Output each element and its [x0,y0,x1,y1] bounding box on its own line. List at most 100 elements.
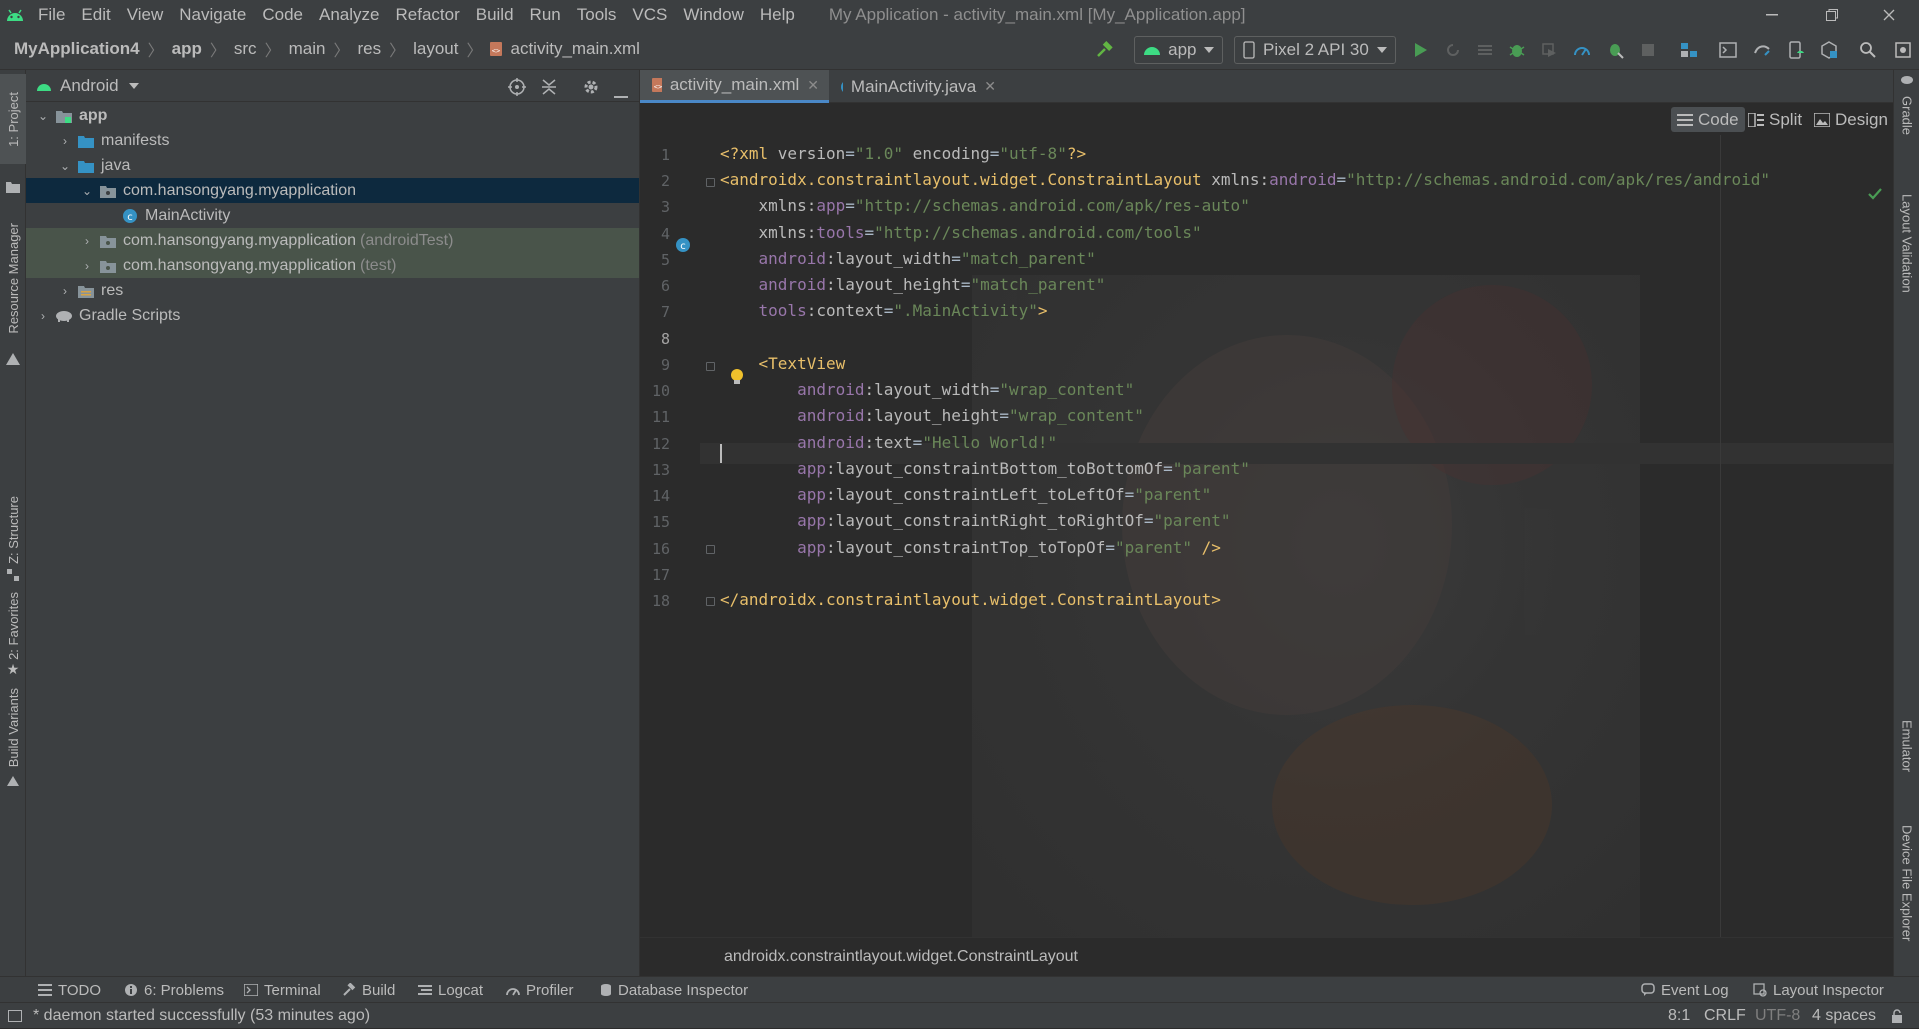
tab-project[interactable]: 1: Project [0,74,26,164]
stop-icon[interactable] [1638,40,1658,60]
terminal-preview-icon[interactable] [1718,40,1738,60]
breadcrumb-res[interactable]: res [355,39,383,59]
tree-item-gradle-scripts[interactable]: › Gradle Scripts [26,303,639,328]
menu-analyze[interactable]: Analyze [311,0,387,29]
tree-label: com.hansongyang.myapplication [123,256,357,274]
locate-icon[interactable] [508,78,526,101]
device-select[interactable]: Pixel 2 API 30 [1234,36,1396,64]
breadcrumb-main[interactable]: main [287,39,328,59]
search-icon[interactable] [1858,40,1878,60]
line-number: 1 [660,146,670,164]
line-number: 9 [660,356,670,374]
breadcrumb-src[interactable]: src [232,39,259,59]
debug-icon[interactable] [1507,40,1527,60]
menu-vcs[interactable]: VCS [624,0,675,29]
code-editor[interactable]: 1 2 3 4 5 6 7 8 9 10 11 12 13 14 15 16 1… [640,135,1893,937]
tree-item-java[interactable]: ⌄ java [26,153,639,178]
tab-activity-main-xml[interactable]: <> activity_main.xml ✕ [640,70,829,103]
status-caret-position[interactable]: 8:1 [1668,1003,1690,1029]
tab-layout-validation[interactable]: Layout Validation [1894,168,1919,318]
status-indent[interactable]: 4 spaces [1812,1003,1876,1029]
menu-tools[interactable]: Tools [569,0,625,29]
editor-breadcrumb-label[interactable]: androidx.constraintlayout.widget.Constra… [724,948,1078,966]
tab-device-file-explorer[interactable]: Device File Explorer [1894,808,1919,958]
chevron-down-icon: ⌄ [37,108,49,123]
tree-item-app[interactable]: ⌄ app [26,103,639,128]
tree-item-mainactivity[interactable]: c MainActivity [26,203,639,228]
assistant-icon[interactable] [1893,40,1913,60]
gear-icon[interactable] [582,78,600,101]
tool-terminal[interactable]: Terminal [244,977,321,1003]
fold-marker-icon[interactable] [706,178,715,187]
apply-code-changes-icon[interactable] [1475,40,1495,60]
breadcrumb-app[interactable]: app [170,39,204,59]
tree-item-package-androidtest[interactable]: › com.hansongyang.myapplication (android… [26,228,639,253]
breadcrumb-layout[interactable]: layout [411,39,460,59]
menu-build[interactable]: Build [468,0,522,29]
mode-split-button[interactable]: Split [1742,107,1808,132]
avd-manager-icon[interactable] [1786,40,1806,60]
fold-marker-icon[interactable] [706,362,715,371]
attach-debugger-icon[interactable] [1605,40,1625,60]
menu-edit[interactable]: Edit [73,0,118,29]
status-line-separator[interactable]: CRLF [1704,1003,1746,1029]
tool-logcat[interactable]: Logcat [418,977,483,1003]
sdk-manager-icon[interactable] [1819,40,1839,60]
menu-run[interactable]: Run [522,0,569,29]
tab-resource-manager[interactable]: Resource Manager [0,208,26,348]
breadcrumb-file[interactable]: activity_main.xml [508,39,641,59]
menu-view[interactable]: View [119,0,172,29]
menu-file[interactable]: File [30,0,73,29]
mode-code-button[interactable]: Code [1671,107,1745,132]
tool-profiler[interactable]: Profiler [506,977,574,1003]
tab-mainactivity-java[interactable]: c MainActivity.java ✕ [830,70,1006,103]
tab-favorites[interactable]: 2: Favorites [0,592,26,660]
tree-item-package-main[interactable]: ⌄ com.hansongyang.myapplication [26,178,639,203]
tool-build[interactable]: Build [342,977,395,1003]
tree-item-res[interactable]: › res [26,278,639,303]
menu-help[interactable]: Help [752,0,803,29]
close-tab-icon[interactable]: ✕ [807,77,819,94]
tree-item-manifests[interactable]: › manifests [26,128,639,153]
menu-navigate[interactable]: Navigate [171,0,254,29]
tool-problems[interactable]: 6: Problems [124,977,224,1003]
tool-todo[interactable]: TODO [38,977,101,1003]
tool-database-inspector[interactable]: Database Inspector [600,977,748,1003]
run-configuration-select[interactable]: app [1134,36,1223,64]
apply-changes-restart-icon[interactable] [1443,40,1463,60]
tab-build-variants[interactable]: Build Variants [0,688,26,768]
tool-event-log[interactable]: Event Log [1641,977,1729,1003]
minimize-panel-icon[interactable] [614,85,628,103]
run-icon[interactable] [1410,40,1430,60]
collapse-all-icon[interactable] [541,78,557,101]
profile-icon[interactable] [1572,40,1592,60]
menu-code[interactable]: Code [254,0,311,29]
close-window-button[interactable] [1859,0,1919,29]
restore-button[interactable] [1802,0,1862,29]
project-structure-icon[interactable] [1679,40,1699,60]
minimize-button[interactable] [1742,0,1802,29]
fold-marker-icon[interactable] [706,545,715,554]
menu-window[interactable]: Window [675,0,751,29]
tab-structure[interactable]: Z: Structure [0,495,26,565]
lock-icon[interactable] [1891,1003,1903,1029]
class-gutter-icon[interactable]: c [675,237,691,258]
status-message[interactable]: * daemon started successfully (53 minute… [33,1003,370,1029]
sync-gradle-icon[interactable] [1752,40,1772,60]
tab-emulator[interactable]: Emulator [1894,708,1919,784]
menu-refactor[interactable]: Refactor [387,0,467,29]
make-project-hammer-icon[interactable] [1094,40,1114,60]
status-encoding[interactable]: UTF-8 [1755,1003,1800,1029]
breadcrumb-project[interactable]: MyApplication4 [12,39,142,59]
no-problems-check-icon[interactable] [1868,187,1882,205]
toggle-tool-windows-icon[interactable] [8,1003,22,1029]
mode-design-button[interactable]: Design [1808,107,1894,132]
run-with-coverage-icon[interactable] [1539,40,1559,60]
project-view-select[interactable]: Android [60,76,119,96]
tool-layout-inspector[interactable]: Layout Inspector [1753,977,1884,1003]
tree-item-package-test[interactable]: › com.hansongyang.myapplication (test) [26,253,639,278]
tab-gradle[interactable]: Gradle [1894,88,1919,143]
chevron-down-icon[interactable] [128,82,139,89]
fold-marker-icon[interactable] [706,597,715,606]
close-tab-icon[interactable]: ✕ [984,78,996,95]
